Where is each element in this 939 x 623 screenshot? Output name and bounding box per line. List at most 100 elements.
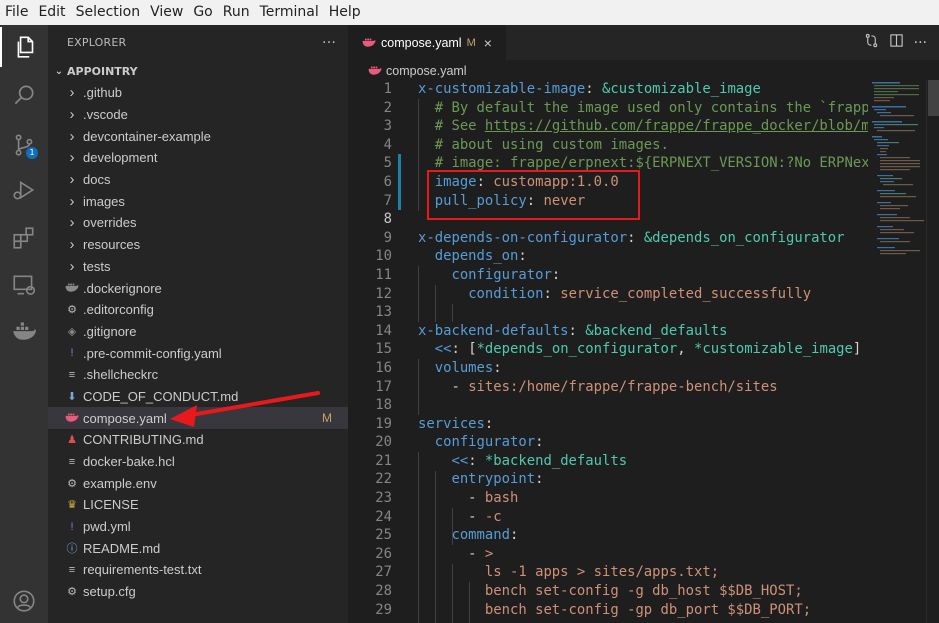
line-number: 2 bbox=[383, 99, 392, 116]
menu-terminal[interactable]: Terminal bbox=[255, 0, 324, 25]
code-line: 26 - > bbox=[348, 545, 868, 564]
code-line: 28 bench set-config -g db_host $$DB_HOST… bbox=[348, 582, 868, 601]
file-item[interactable]: ♟ CONTRIBUTING.md bbox=[48, 429, 348, 451]
workspace-name: APPOINTRY bbox=[67, 64, 138, 78]
folder-item[interactable]: › resources bbox=[48, 234, 348, 256]
file-item[interactable]: .dockerignore bbox=[48, 277, 348, 299]
chevron-right-icon: › bbox=[69, 236, 75, 254]
gear-icon: ⚙ bbox=[67, 586, 77, 599]
highlight-box bbox=[427, 170, 640, 220]
close-icon[interactable]: × bbox=[484, 35, 492, 51]
file-item[interactable]: ◈ .gitignore bbox=[48, 321, 348, 343]
file-item[interactable]: ⚙ setup.cfg bbox=[48, 581, 348, 603]
folder-item[interactable]: › overrides bbox=[48, 212, 348, 234]
run-debug-icon[interactable] bbox=[0, 170, 48, 210]
workspace-section[interactable]: ⌄ APPOINTRY bbox=[48, 60, 348, 82]
code-token: : bbox=[468, 452, 485, 469]
folder-item[interactable]: › devcontainer-example bbox=[48, 125, 348, 147]
file-tree: › .github › .vscode › devcontainer-example › de… bbox=[48, 82, 348, 603]
chevron-down-icon: ⌄ bbox=[54, 65, 64, 77]
source-control-icon[interactable]: 1 bbox=[0, 125, 48, 165]
tree-item-label: .vscode bbox=[83, 107, 128, 123]
folder-item[interactable]: › .vscode bbox=[48, 104, 348, 126]
menu-edit[interactable]: Edit bbox=[33, 0, 70, 25]
code-token: : bbox=[543, 285, 561, 302]
remote-explorer-icon[interactable] bbox=[0, 265, 48, 305]
code-token: configurator bbox=[434, 434, 536, 451]
file-item[interactable]: ⓘ README.md bbox=[48, 537, 348, 559]
code-token: - bbox=[418, 378, 469, 395]
tree-item-label: pwd.yml bbox=[83, 519, 131, 535]
explorer-more-button[interactable]: ··· bbox=[322, 35, 336, 51]
menu-go[interactable]: Go bbox=[188, 0, 217, 25]
menu-help[interactable]: Help bbox=[324, 0, 366, 25]
line-number: 8 bbox=[383, 211, 392, 228]
tree-item-label: resources bbox=[83, 237, 141, 253]
file-item[interactable]: ≡ .shellcheckrc bbox=[48, 364, 348, 386]
line-text: - > bbox=[418, 545, 493, 564]
code-line: 23 - bash bbox=[348, 489, 868, 508]
minimap[interactable] bbox=[868, 80, 926, 280]
line-text: configurator: bbox=[418, 266, 560, 285]
more-icon[interactable]: ··· bbox=[914, 35, 927, 51]
file-item[interactable]: ♛ LICENSE bbox=[48, 494, 348, 516]
compare-icon[interactable] bbox=[864, 33, 879, 52]
file-item[interactable]: ≡ docker-bake.hcl bbox=[48, 451, 348, 473]
menu-file[interactable]: File bbox=[0, 0, 33, 25]
folder-item[interactable]: › images bbox=[48, 190, 348, 212]
scrollbar-thumb[interactable] bbox=[928, 80, 939, 116]
folder-item[interactable]: › development bbox=[48, 147, 348, 169]
tree-item-label: .editorconfig bbox=[83, 302, 154, 318]
breadcrumb[interactable]: compose.yaml bbox=[348, 60, 467, 82]
code-line: 21 <<: *backend_defaults bbox=[348, 452, 868, 471]
split-editor-icon[interactable] bbox=[889, 33, 904, 52]
account-icon[interactable] bbox=[0, 581, 48, 621]
menu-view[interactable]: View bbox=[145, 0, 188, 25]
file-item[interactable]: ≡ requirements-test.txt bbox=[48, 559, 348, 581]
code-token: &depends_on_configurator bbox=[643, 229, 845, 246]
code-token: # image: frappe/erpnext:${ERPNEXT_VERSIO… bbox=[434, 155, 868, 172]
tree-item-label: images bbox=[83, 193, 125, 209]
line-number: 6 bbox=[383, 173, 392, 190]
code-line: 14 x-backend-defaults: &backend_defaults bbox=[348, 322, 868, 341]
code-token: command bbox=[451, 527, 510, 544]
file-item[interactable]: ! pwd.yml bbox=[48, 516, 348, 538]
line-text: command: bbox=[418, 526, 518, 545]
file-item[interactable]: ⬇ CODE_OF_CONDUCT.md bbox=[48, 386, 348, 408]
menu-selection[interactable]: Selection bbox=[71, 0, 146, 25]
file-item[interactable]: ! .pre-commit-config.yaml bbox=[48, 342, 348, 364]
code-token: : bbox=[535, 434, 544, 451]
line-text: <<: *backend_defaults bbox=[418, 452, 627, 471]
code-token: << bbox=[434, 341, 452, 358]
line-text: condition: service_completed_successfull… bbox=[418, 285, 811, 304]
files-icon[interactable] bbox=[0, 27, 50, 67]
folder-item[interactable]: › tests bbox=[48, 256, 348, 278]
tree-item-label: requirements-test.txt bbox=[83, 562, 202, 578]
file-item[interactable]: ⚙ example.env bbox=[48, 472, 348, 494]
gear-icon: ⚙ bbox=[67, 304, 77, 317]
line-text: depends_on: bbox=[418, 247, 527, 266]
code-editor[interactable]: 1 x-customizable-image: &customizable_ima… bbox=[348, 80, 868, 623]
code-token: : bbox=[568, 322, 586, 339]
code-token: depends_on bbox=[434, 248, 519, 265]
code-token: x-customizable-image bbox=[418, 81, 586, 97]
menu-run[interactable]: Run bbox=[218, 0, 255, 25]
file-item[interactable]: ⚙ .editorconfig bbox=[48, 299, 348, 321]
folder-item[interactable]: › .github bbox=[48, 82, 348, 104]
extensions-icon[interactable] bbox=[0, 218, 48, 258]
folder-item[interactable]: › docs bbox=[48, 169, 348, 191]
docker-icon[interactable] bbox=[0, 310, 48, 350]
file-item[interactable]: compose.yaml M bbox=[48, 407, 348, 429]
code-line: 3 # See https://github.com/frappe/frappe… bbox=[348, 117, 868, 136]
tree-item-label: docs bbox=[83, 172, 111, 188]
vertical-scrollbar[interactable] bbox=[926, 80, 939, 623]
yaml-icon: ! bbox=[70, 520, 74, 533]
code-token: << bbox=[451, 452, 469, 469]
editor-area: compose.yaml M × ··· compose.yaml 1 x-cu… bbox=[348, 25, 939, 623]
git-file-icon: ◈ bbox=[67, 325, 77, 338]
search-icon[interactable] bbox=[0, 75, 48, 115]
tab-compose-yaml[interactable]: compose.yaml M × bbox=[348, 25, 506, 60]
